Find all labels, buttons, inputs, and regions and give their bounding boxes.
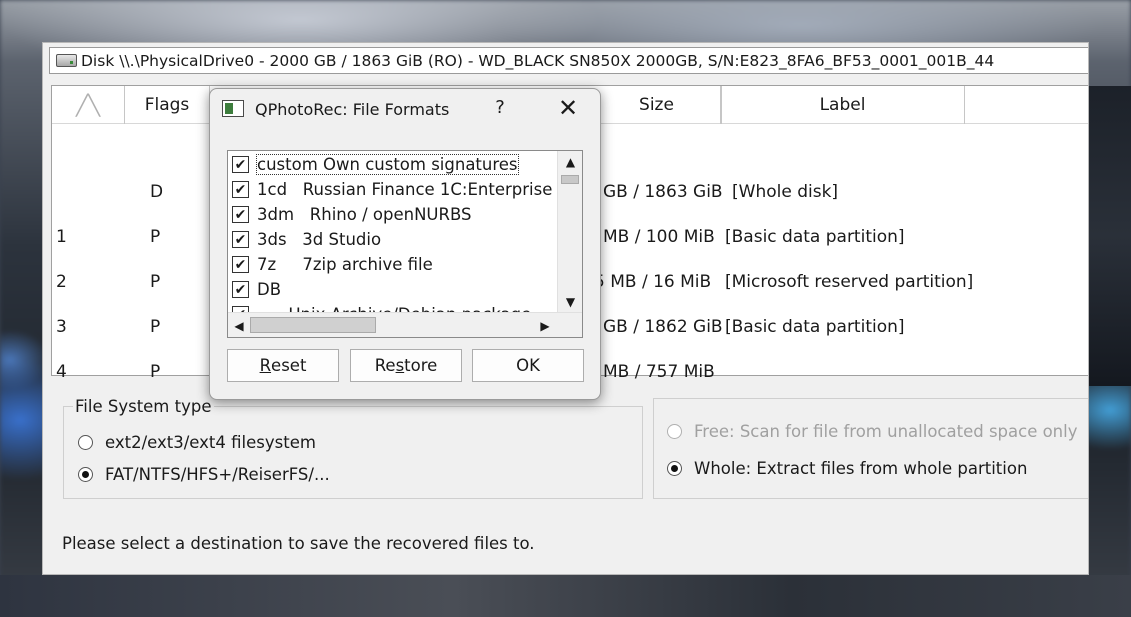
sort-column-header[interactable]: ╱╲ (52, 86, 125, 124)
format-label: DB (257, 280, 282, 299)
row-size: GB / 1863 GiB (603, 182, 723, 202)
scroll-up-arrow-icon[interactable]: ▲ (558, 151, 582, 173)
row-flags: P (150, 317, 161, 337)
radio-ext-filesystem-label: ext2/ext3/ext4 filesystem (105, 433, 316, 452)
format-label: 1cd Russian Finance 1C:Enterprise 8 (257, 180, 569, 199)
reset-button-mnemonic: R (259, 356, 272, 375)
scroll-right-arrow-icon[interactable]: ▶ (534, 313, 556, 337)
row-flags: P (150, 272, 161, 292)
restore-button-mnemonic: s (395, 356, 405, 375)
radio-button-icon (667, 424, 682, 439)
list-item[interactable]: ✔ custom Own custom signatures (232, 152, 552, 177)
radio-whole-partition-label: Whole: Extract files from whole partitio… (694, 459, 1028, 478)
radio-free-space-scan-label: Free: Scan for file from unallocated spa… (694, 422, 1078, 441)
ok-button-label: OK (516, 356, 540, 375)
background-bottom-edge (0, 575, 1131, 617)
row-size: MB / 100 MiB (603, 227, 715, 247)
row-label: [Microsoft reserved partition] (725, 272, 974, 292)
radio-whole-partition[interactable]: Whole: Extract files from whole partitio… (667, 459, 1027, 478)
list-item[interactable]: ✔ 1cd Russian Finance 1C:Enterprise 8 (232, 177, 568, 202)
size-header-label: Size (639, 95, 674, 115)
horizontal-scrollbar[interactable]: ◀ ▶ (228, 312, 582, 337)
scroll-down-arrow-icon[interactable]: ▼ (558, 291, 582, 313)
row-index: 2 (56, 272, 67, 292)
format-label: 3ds 3d Studio (257, 230, 382, 249)
format-label: custom Own custom signatures (256, 154, 519, 175)
row-label: [Basic data partition] (725, 227, 905, 247)
list-item[interactable]: ✔ 3dm Rhino / openNURBS (232, 202, 552, 227)
list-item[interactable]: ✔ 7z 7zip archive file (232, 252, 552, 277)
vertical-scroll-thumb[interactable] (561, 175, 579, 184)
vertical-scrollbar[interactable]: ▲ ▼ (557, 151, 582, 313)
restore-button-label-end: tore (404, 356, 438, 375)
row-label: [Whole disk] (732, 182, 839, 202)
file-system-type-title: File System type (73, 397, 214, 416)
flags-column-header[interactable]: Flags (125, 86, 210, 124)
row-flags: P (150, 227, 161, 247)
row-index: 4 (56, 362, 67, 382)
row-size: MB / 757 MiB (603, 362, 715, 382)
checkbox-checked-icon[interactable]: ✔ (232, 206, 249, 223)
checkbox-checked-icon[interactable]: ✔ (232, 181, 249, 198)
radio-ext-filesystem[interactable]: ext2/ext3/ext4 filesystem (78, 433, 316, 452)
row-index: 1 (56, 227, 67, 247)
reset-button[interactable]: Reset (227, 349, 339, 382)
checkbox-checked-icon[interactable]: ✔ (232, 256, 249, 273)
restore-button-label-start: Re (374, 356, 396, 375)
row-size: GB / 1862 GiB (603, 317, 723, 337)
disk-selector-label: Disk \\.\PhysicalDrive0 - 2000 GB / 1863… (81, 51, 995, 70)
reset-button-label: eset (271, 356, 307, 375)
list-item[interactable]: ✔ DB (232, 277, 552, 302)
dialog-title-bar[interactable]: QPhotoRec: File Formats ? ✕ (210, 89, 600, 129)
scroll-left-arrow-icon[interactable]: ◀ (228, 313, 250, 337)
background-right-edge (1089, 86, 1131, 386)
label-header-label: Label (819, 95, 866, 115)
horizontal-scroll-thumb[interactable] (250, 317, 376, 333)
file-format-list[interactable]: ✔ custom Own custom signatures ✔ 1cd Rus… (227, 150, 583, 338)
radio-button-selected-icon (667, 461, 682, 476)
checkbox-checked-icon[interactable]: ✔ (232, 281, 249, 298)
sort-triangle-icon: ╱╲ (75, 93, 101, 117)
radio-button-icon (78, 435, 93, 450)
row-size: 5 MB / 16 MiB (594, 272, 712, 292)
close-icon[interactable]: ✕ (554, 94, 582, 122)
list-item[interactable]: ✔ 3ds 3d Studio (232, 227, 552, 252)
file-formats-dialog: QPhotoRec: File Formats ? ✕ ✔ custom Own… (209, 88, 601, 400)
radio-fat-ntfs-filesystem[interactable]: FAT/NTFS/HFS+/ReiserFS/... (78, 465, 330, 484)
label-column-header[interactable]: Label (721, 86, 965, 124)
checkbox-checked-icon[interactable]: ✔ (232, 156, 249, 173)
disk-selector[interactable]: Disk \\.\PhysicalDrive0 - 2000 GB / 1863… (49, 47, 1088, 74)
dialog-title: QPhotoRec: File Formats (255, 100, 450, 119)
format-label: 3dm Rhino / openNURBS (257, 205, 472, 224)
restore-button[interactable]: Re s tore (350, 349, 462, 382)
hard-disk-icon (56, 54, 77, 67)
radio-button-selected-icon (78, 467, 93, 482)
scan-mode-group (653, 398, 1088, 499)
row-index: 3 (56, 317, 67, 337)
qphotorec-app-icon (222, 100, 244, 117)
row-flags: P (150, 362, 161, 382)
file-system-type-group (63, 406, 643, 499)
row-label: [Basic data partition] (725, 317, 905, 337)
ok-button[interactable]: OK (472, 349, 584, 382)
checkbox-checked-icon[interactable]: ✔ (232, 231, 249, 248)
radio-free-space-scan[interactable]: Free: Scan for file from unallocated spa… (667, 422, 1078, 441)
radio-fat-ntfs-filesystem-label: FAT/NTFS/HFS+/ReiserFS/... (105, 465, 330, 484)
flags-header-label: Flags (144, 95, 190, 115)
row-flags: D (150, 182, 164, 202)
help-icon[interactable]: ? (490, 97, 510, 118)
status-message: Please select a destination to save the … (62, 534, 535, 553)
format-label: 7z 7zip archive file (257, 255, 433, 274)
